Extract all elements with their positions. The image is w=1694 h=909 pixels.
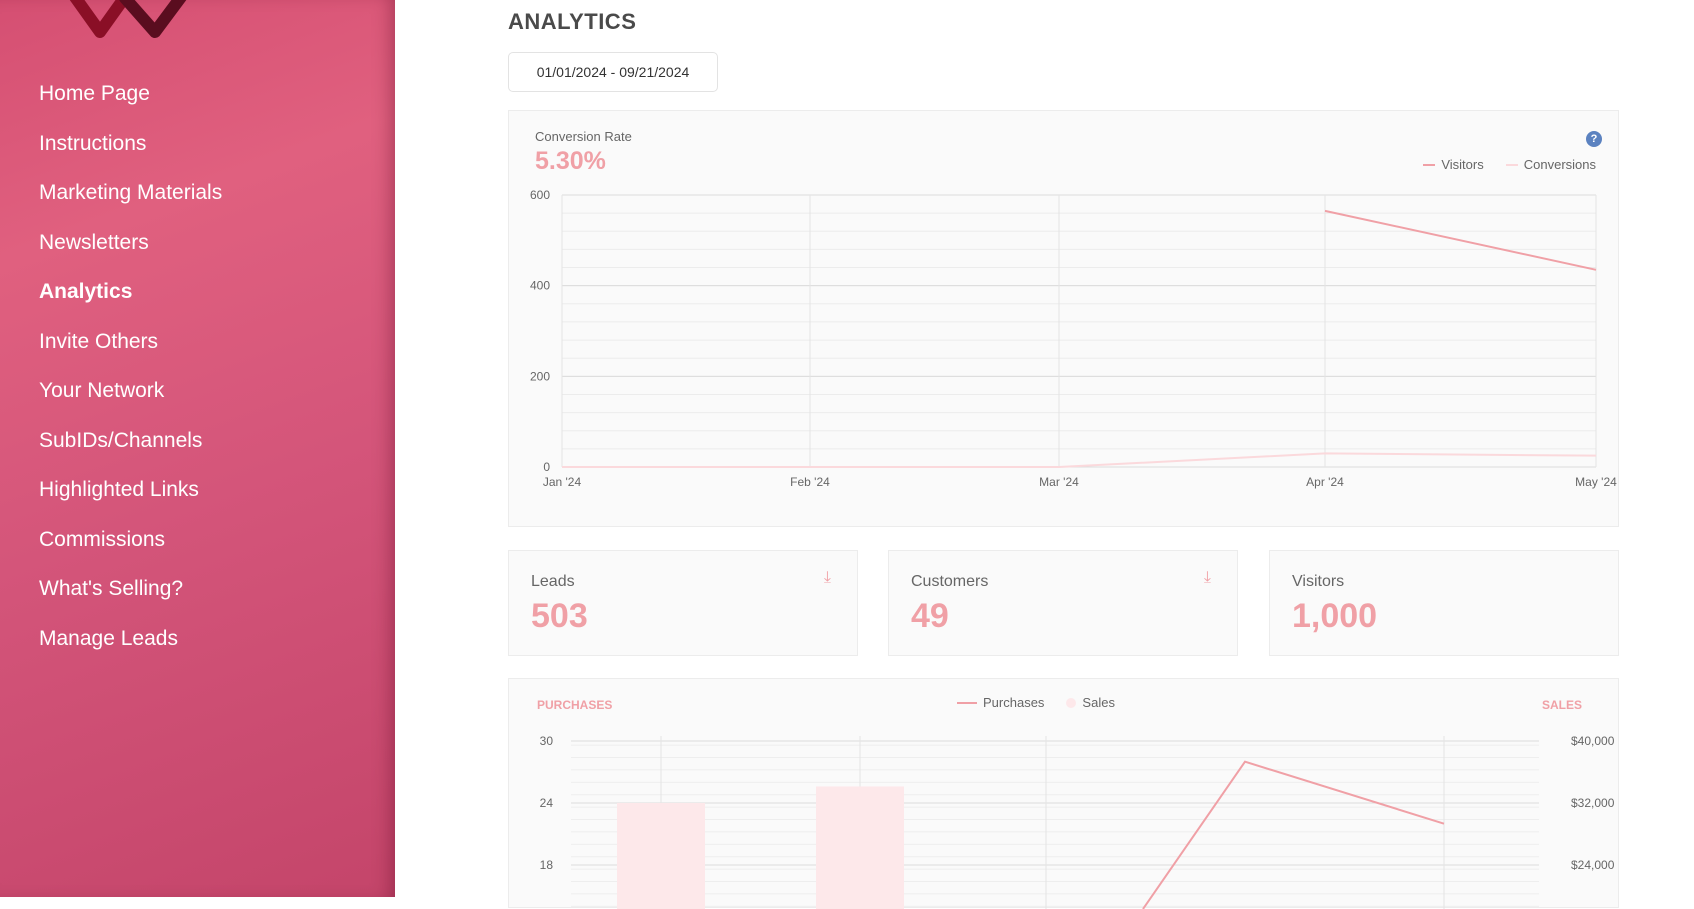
sidebar-item-newsletters[interactable]: Newsletters — [39, 231, 222, 281]
sidebar-item-your-network[interactable]: Your Network — [39, 379, 222, 429]
leads-card: Leads 503 ⤓ — [508, 550, 858, 656]
y-tick-label-right: $40,000 — [1571, 734, 1615, 748]
sidebar-item-home-page[interactable]: Home Page — [39, 82, 222, 132]
sidebar-item-commissions[interactable]: Commissions — [39, 528, 222, 578]
purchases-line — [1143, 762, 1444, 909]
x-tick-label: Jan '24 — [543, 475, 582, 489]
y-tick-label-right: $32,000 — [1571, 796, 1615, 810]
sidebar-item-invite-others[interactable]: Invite Others — [39, 330, 222, 380]
series-line-conversions — [562, 453, 1596, 467]
sidebar-item-manage-leads[interactable]: Manage Leads — [39, 627, 222, 677]
x-tick-label: May '24 — [1575, 475, 1617, 489]
sidebar-item-whats-selling[interactable]: What's Selling? — [39, 577, 222, 627]
brand-logo[interactable] — [60, 0, 210, 40]
y-tick-label: 400 — [530, 279, 550, 293]
download-icon[interactable]: ⤓ — [824, 569, 831, 587]
purchases-sales-chart: 18 24 30 $24,000 $32,000 $40,000 — [509, 679, 1620, 909]
leads-value: 503 — [531, 597, 588, 636]
y-tick-label-right: $24,000 — [1571, 858, 1615, 872]
visitors-card: Visitors 1,000 — [1269, 550, 1619, 656]
purchases-sales-card: PURCHASES SALES Purchases Sales 182430$2… — [508, 678, 1619, 908]
leads-label: Leads — [531, 573, 575, 591]
y-tick-label: 200 — [530, 369, 550, 383]
customers-value: 49 — [911, 597, 949, 636]
customers-label: Customers — [911, 573, 988, 591]
y-tick-label-left: 24 — [540, 796, 554, 810]
visitors-value: 1,000 — [1292, 597, 1377, 636]
x-tick-label: Apr '24 — [1306, 475, 1344, 489]
y-tick-label-left: 18 — [540, 858, 554, 872]
conversion-line-chart: 0 200 400 600 Jan '24 Feb '24 Mar '24 Apr '24 Ma… — [509, 111, 1620, 528]
sidebar-item-highlighted-links[interactable]: Highlighted Links — [39, 478, 222, 528]
date-range-picker[interactable]: 01/01/2024 - 09/21/2024 — [508, 52, 718, 92]
y-tick-label: 600 — [530, 188, 550, 202]
x-tick-label: Feb '24 — [790, 475, 830, 489]
download-icon[interactable]: ⤓ — [1204, 569, 1211, 587]
sales-bar — [816, 786, 904, 909]
sidebar-nav: Home Page Instructions Marketing Materia… — [39, 82, 222, 676]
x-tick-label: Mar '24 — [1039, 475, 1079, 489]
sidebar-item-analytics[interactable]: Analytics — [39, 280, 222, 330]
conversion-rate-card: Conversion Rate 5.30% ? Visitors Convers… — [508, 110, 1619, 527]
sidebar-item-subids-channels[interactable]: SubIDs/Channels — [39, 429, 222, 479]
sidebar: Home Page Instructions Marketing Materia… — [0, 0, 395, 897]
y-tick-label-left: 30 — [540, 734, 554, 748]
main-content: ANALYTICS 01/01/2024 - 09/21/2024 Conver… — [395, 0, 1694, 897]
visitors-label: Visitors — [1292, 573, 1344, 591]
y-tick-label: 0 — [543, 460, 550, 474]
sales-bar — [617, 803, 705, 909]
sidebar-item-marketing-materials[interactable]: Marketing Materials — [39, 181, 222, 231]
page-title: ANALYTICS — [508, 9, 636, 35]
series-line-visitors — [1325, 211, 1596, 270]
sidebar-item-instructions[interactable]: Instructions — [39, 132, 222, 182]
customers-card: Customers 49 ⤓ — [888, 550, 1238, 656]
